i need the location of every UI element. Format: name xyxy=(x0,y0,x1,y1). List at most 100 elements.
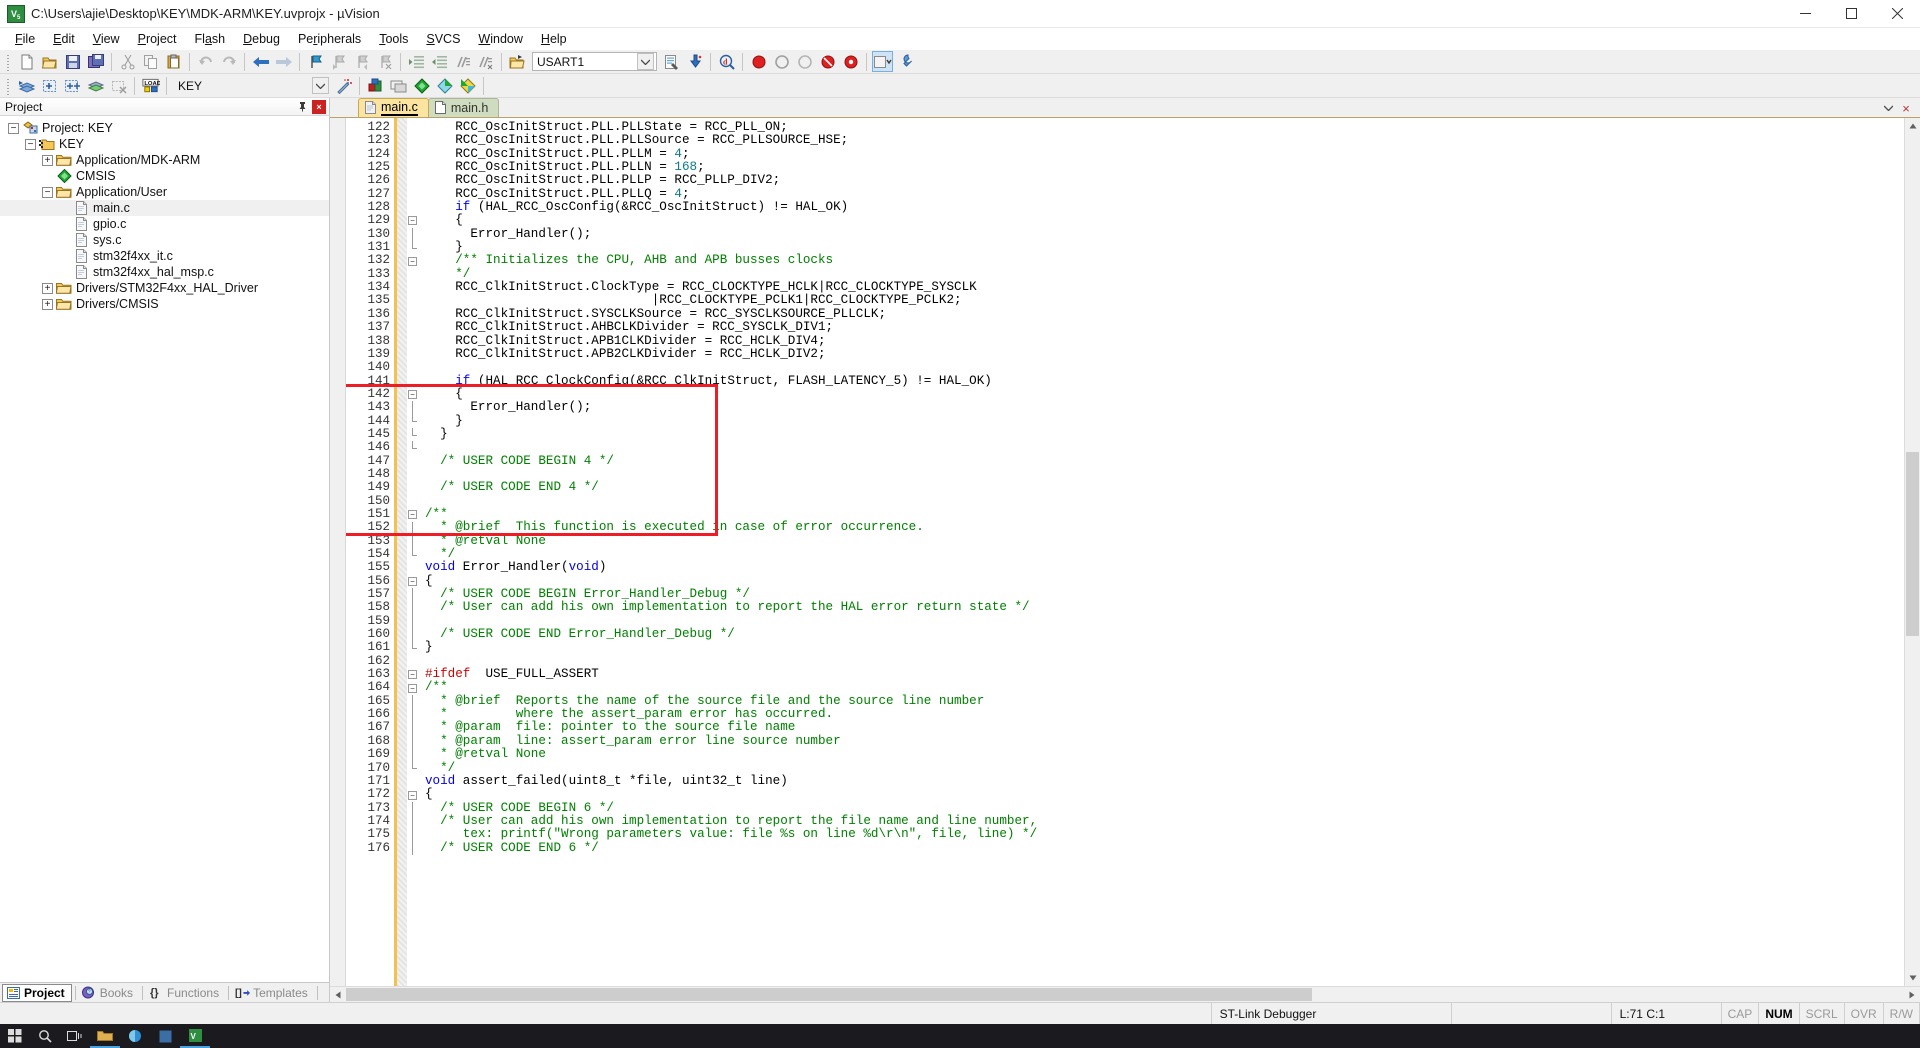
indent-icon[interactable] xyxy=(406,51,427,72)
configure-toolbox-icon[interactable] xyxy=(872,51,893,72)
code-line[interactable]: * @brief Reports the name of the source … xyxy=(425,694,1904,708)
toolbar-grip[interactable] xyxy=(5,52,12,71)
code-line[interactable]: Error_Handler(); xyxy=(425,401,1904,414)
menu-debug[interactable]: Debug xyxy=(234,30,289,48)
code-line[interactable]: #ifdef USE_FULL_ASSERT xyxy=(425,667,1904,681)
code-line[interactable]: if (HAL_RCC_ClockConfig(&RCC_ClkInitStru… xyxy=(425,374,1904,388)
cut-icon[interactable] xyxy=(117,51,138,72)
scroll-right-arrow-icon[interactable] xyxy=(1904,987,1920,1002)
uncomment-icon[interactable] xyxy=(475,51,496,72)
code-line[interactable]: RCC_ClkInitStruct.APB1CLKDivider = RCC_H… xyxy=(425,334,1904,348)
toolbar-grip-2[interactable] xyxy=(5,76,12,95)
code-line[interactable]: RCC_ClkInitStruct.APB2CLKDivider = RCC_H… xyxy=(425,347,1904,361)
navigate-back-icon[interactable] xyxy=(250,51,271,72)
open-file-icon[interactable] xyxy=(39,51,60,72)
code-line[interactable]: RCC_OscInitStruct.PLL.PLLQ = 4; xyxy=(425,187,1904,201)
code-line[interactable]: Error_Handler(); xyxy=(425,227,1904,241)
code-line[interactable]: /* USER CODE BEGIN Error_Handler_Debug *… xyxy=(425,587,1904,601)
target-select-chevron-down-icon[interactable] xyxy=(312,77,329,94)
code-line[interactable]: } xyxy=(425,641,1904,654)
tree-collapse-toggle[interactable]: − xyxy=(42,186,53,198)
code-viewport[interactable]: 122 123 124 125 126 127 128 129 130 131 132 133 134 1… xyxy=(346,118,1904,986)
app-icon[interactable] xyxy=(150,1024,180,1048)
maximize-button[interactable] xyxy=(1828,0,1874,28)
code-line[interactable]: RCC_ClkInitStruct.SYSCLKSource = RCC_SYS… xyxy=(425,307,1904,321)
start-icon[interactable] xyxy=(0,1024,30,1048)
target-select[interactable]: KEY xyxy=(174,76,309,95)
editor-tab-main-c[interactable]: main.c xyxy=(358,98,429,117)
tree-item-drivers-stm32f4xx-hal-driver[interactable]: + Drivers/STM32F4xx_HAL_Driver xyxy=(0,280,329,296)
start-stop-debug-icon[interactable] xyxy=(748,51,769,72)
project-tree[interactable]: − Project: KEY − KEY + Application/MDK-ARM CMS… xyxy=(0,116,329,982)
bookmark-toggle-icon[interactable] xyxy=(305,51,326,72)
code-line[interactable]: * @retval None xyxy=(425,747,1904,761)
editor-horizontal-scrollbar[interactable] xyxy=(330,986,1920,1002)
vertical-scroll-track[interactable] xyxy=(1905,134,1920,970)
manage-run-time-env-icon[interactable] xyxy=(365,75,386,96)
new-file-icon[interactable] xyxy=(16,51,37,72)
tab-project[interactable]: Project xyxy=(2,983,72,1002)
comment-icon[interactable] xyxy=(452,51,473,72)
tree-item-project-key[interactable]: − Project: KEY xyxy=(0,120,329,136)
tree-item-stm32f4xx-it-c[interactable]: stm32f4xx_it.c xyxy=(0,248,329,264)
minimize-button[interactable] xyxy=(1782,0,1828,28)
code-line[interactable] xyxy=(425,468,1904,481)
menu-help[interactable]: Help xyxy=(532,30,576,48)
code-line[interactable]: RCC_OscInitStruct.PLL.PLLP = RCC_PLLP_DI… xyxy=(425,174,1904,187)
pack-installer-icon[interactable] xyxy=(411,75,432,96)
code-line[interactable]: RCC_OscInitStruct.PLL.PLLM = 4; xyxy=(425,147,1904,161)
save-icon[interactable] xyxy=(62,51,83,72)
navigate-forward-icon[interactable] xyxy=(273,51,294,72)
code-line[interactable]: } xyxy=(425,427,1904,441)
tree-collapse-toggle[interactable]: − xyxy=(25,138,36,150)
batch-build-icon[interactable] xyxy=(62,75,83,96)
menu-tools[interactable]: Tools xyxy=(370,30,417,48)
tab-books[interactable]: ? Books xyxy=(79,984,139,1002)
insert-download-icon[interactable] xyxy=(684,51,705,72)
bookmark-prev-icon[interactable] xyxy=(328,51,349,72)
uvision-taskbar-icon[interactable]: V xyxy=(180,1024,210,1048)
code-line[interactable]: /* User can add his own implementation t… xyxy=(425,601,1904,614)
code-line[interactable]: RCC_OscInitStruct.PLL.PLLState = RCC_PLL… xyxy=(425,120,1904,134)
code-line[interactable]: { xyxy=(425,788,1904,801)
select-software-packs-icon[interactable] xyxy=(434,75,455,96)
code-line[interactable] xyxy=(425,361,1904,374)
menu-view[interactable]: View xyxy=(84,30,129,48)
breakpoint-icon[interactable] xyxy=(771,51,792,72)
menu-file[interactable]: File xyxy=(6,30,44,48)
kill-breakpoints-icon[interactable] xyxy=(817,51,838,72)
code-line[interactable] xyxy=(425,441,1904,454)
source-code-text[interactable]: RCC_OscInitStruct.PLL.PLLState = RCC_PLL… xyxy=(419,118,1904,986)
tree-item-stm32f4xx-hal-msp-c[interactable]: stm32f4xx_hal_msp.c xyxy=(0,264,329,280)
code-line[interactable]: void assert_failed(uint8_t *file, uint32… xyxy=(425,774,1904,788)
close-button[interactable] xyxy=(1874,0,1920,28)
code-line[interactable]: |RCC_CLOCKTYPE_PCLK1|RCC_CLOCKTYPE_PCLK2… xyxy=(425,294,1904,307)
code-line[interactable]: /** xyxy=(425,507,1904,521)
scroll-down-arrow-icon[interactable] xyxy=(1905,970,1920,986)
editor-tab-main-h[interactable]: main.h xyxy=(427,98,500,117)
code-line[interactable]: */ xyxy=(425,267,1904,281)
fold-collapse-icon[interactable]: − xyxy=(408,390,417,399)
code-line[interactable]: * where the assert_param error has occur… xyxy=(425,707,1904,721)
tree-item-sys-c[interactable]: sys.c xyxy=(0,232,329,248)
disable-breakpoint-icon[interactable] xyxy=(794,51,815,72)
code-line[interactable]: } xyxy=(425,414,1904,428)
browse-icon[interactable] xyxy=(507,51,528,72)
scroll-left-arrow-icon[interactable] xyxy=(330,987,346,1002)
vertical-scroll-thumb[interactable] xyxy=(1906,451,1919,636)
code-line[interactable]: * @param line: assert_param error line s… xyxy=(425,734,1904,748)
code-line[interactable] xyxy=(425,615,1904,628)
bookmark-next-icon[interactable] xyxy=(351,51,372,72)
debug-settings-icon[interactable] xyxy=(661,51,682,72)
editor-vertical-scrollbar[interactable] xyxy=(1904,118,1920,986)
browser-icon[interactable] xyxy=(120,1024,150,1048)
code-line[interactable]: * @brief This function is executed in ca… xyxy=(425,521,1904,534)
copy-icon[interactable] xyxy=(140,51,161,72)
fold-collapse-icon[interactable]: − xyxy=(408,576,417,586)
menu-svcs[interactable]: SVCS xyxy=(417,30,469,48)
tree-item-application-mdk-arm[interactable]: + Application/MDK-ARM xyxy=(0,152,329,168)
tree-item-application-user[interactable]: − Application/User xyxy=(0,184,329,200)
close-tab-icon[interactable]: × xyxy=(1898,99,1914,117)
menu-peripherals[interactable]: Peripherals xyxy=(289,30,370,48)
tree-item-main-c[interactable]: main.c xyxy=(0,200,329,216)
